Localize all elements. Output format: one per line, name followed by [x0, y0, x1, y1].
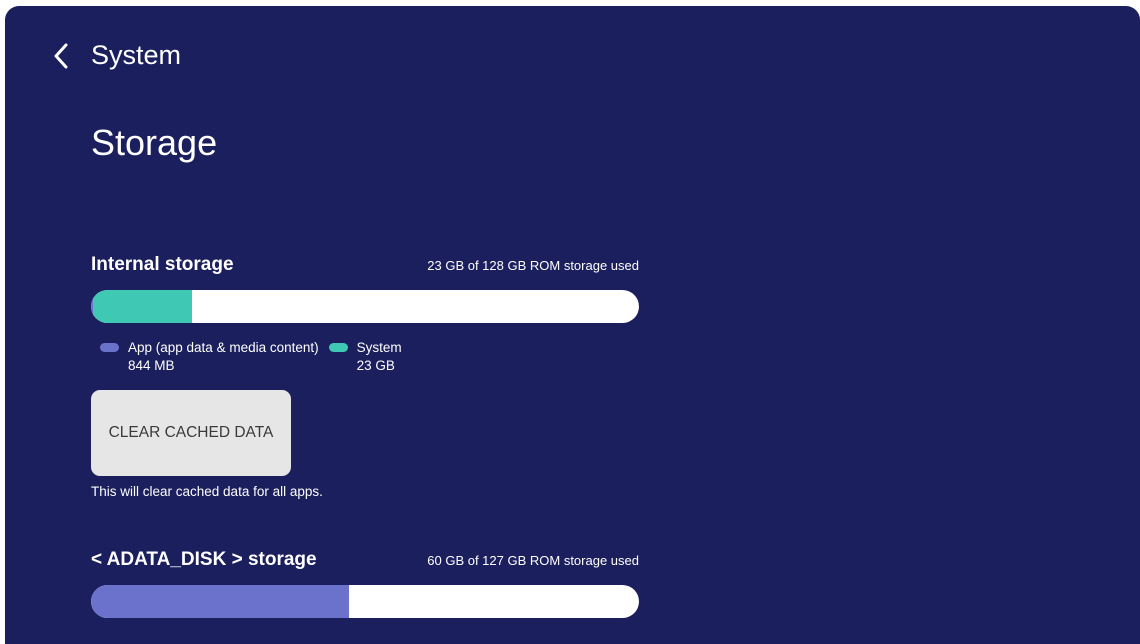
bar-segment-used: [91, 585, 349, 618]
legend-app-size: 844 MB: [128, 358, 175, 373]
chevron-left-icon[interactable]: [53, 42, 73, 70]
external-storage-section[interactable]: < ADATA_DISK > storage 60 GB of 127 GB R…: [91, 549, 639, 618]
external-storage-bar: [91, 585, 639, 618]
legend-app-label: App (app data & media content): [128, 340, 319, 355]
internal-storage-section: Internal storage 23 GB of 128 GB ROM sto…: [91, 254, 639, 375]
system-legend-swatch: [328, 343, 348, 352]
internal-storage-usage: 23 GB of 128 GB ROM storage used: [427, 258, 639, 273]
legend-system-label: System: [356, 340, 402, 355]
app-legend-swatch: [100, 343, 119, 352]
internal-storage-bar: [91, 290, 639, 323]
page-title: Storage: [91, 122, 218, 163]
legend-item-app: App (app data & media content) 844 MB: [100, 339, 319, 375]
external-storage-usage: 60 GB of 127 GB ROM storage used: [427, 553, 639, 568]
legend-system-size: 23 GB: [356, 358, 395, 373]
internal-storage-title: Internal storage: [91, 254, 234, 275]
back-button[interactable]: System: [53, 40, 181, 71]
legend-item-system: System 23 GB: [328, 339, 402, 375]
clear-cached-data-description: This will clear cached data for all apps…: [91, 484, 323, 499]
internal-storage-legend: App (app data & media content) 844 MB Sy…: [91, 339, 639, 375]
back-label[interactable]: System: [91, 40, 181, 71]
bar-segment-system: [93, 290, 192, 323]
clear-cached-data-button[interactable]: CLEAR CACHED DATA: [91, 390, 291, 476]
external-storage-title[interactable]: < ADATA_DISK > storage: [91, 549, 317, 571]
storage-screen: System Storage Internal storage 23 GB of…: [5, 6, 1140, 644]
